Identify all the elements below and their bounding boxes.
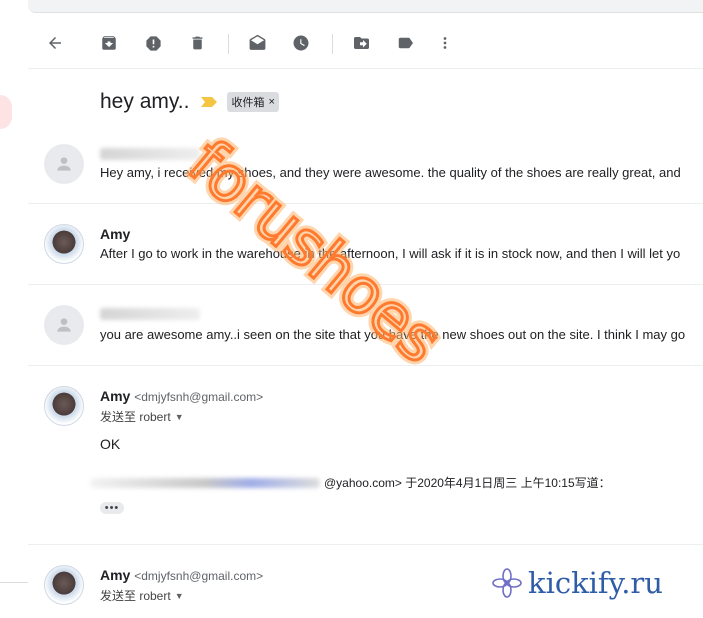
message-expanded: Amy <dmjyfsnh@gmail.com> 发送至 robert ▼ OK… xyxy=(28,366,703,545)
thread-subject: hey amy.. xyxy=(100,90,190,113)
sender-email: <dmjyfsnh@gmail.com> xyxy=(134,569,264,583)
sender-display-name: Amy xyxy=(100,388,131,404)
message-snippet: After I go to work in the warehouse in t… xyxy=(100,246,681,261)
sender-name xyxy=(100,145,200,161)
move-to-icon[interactable] xyxy=(350,32,372,54)
more-icon[interactable] xyxy=(434,32,456,54)
default-avatar-icon xyxy=(57,157,71,171)
back-icon[interactable] xyxy=(44,32,66,54)
report-spam-icon[interactable] xyxy=(142,32,164,54)
avatar xyxy=(44,565,84,605)
blurred-email xyxy=(90,477,320,488)
flower-logo-icon xyxy=(492,568,522,598)
remove-label-icon[interactable]: × xyxy=(268,96,274,108)
thread-toolbar xyxy=(28,18,703,69)
mark-unread-icon[interactable] xyxy=(246,32,268,54)
avatar xyxy=(44,386,84,426)
message-snippet: you are awesome amy..i seen on the site … xyxy=(100,327,686,342)
sender-name xyxy=(100,305,200,321)
message-snippet: Hey amy, i received my shoes, and they w… xyxy=(100,165,681,180)
message-body: OK xyxy=(100,436,121,452)
avatar xyxy=(44,224,84,264)
blurred-sender xyxy=(100,148,200,161)
sender-name: Amy xyxy=(100,226,131,242)
recipient-line[interactable]: 发送至 robert ▼ xyxy=(100,408,184,425)
recipient-text: 发送至 robert xyxy=(100,410,171,424)
search-bar-edge xyxy=(28,0,703,13)
sender-name: Amy <dmjyfsnh@gmail.com> xyxy=(100,567,263,583)
chevron-down-icon[interactable]: ▼ xyxy=(175,412,184,422)
sender-display-name: Amy xyxy=(100,567,131,583)
quote-header: @yahoo.com> 于2020年4月1日周三 上午10:15写道： xyxy=(90,474,611,491)
message-collapsed[interactable]: Hey amy, i received my shoes, and they w… xyxy=(28,130,703,204)
avatar xyxy=(44,144,84,184)
label-text: 收件箱 xyxy=(231,97,265,109)
sender-name: Amy <dmjyfsnh@gmail.com> xyxy=(100,388,263,404)
toolbar-divider xyxy=(228,34,229,54)
sender-email: <dmjyfsnh@gmail.com> xyxy=(134,390,264,404)
archive-icon[interactable] xyxy=(98,32,120,54)
compose-fab-edge[interactable] xyxy=(0,95,12,129)
chevron-down-icon[interactable]: ▼ xyxy=(175,591,184,601)
inbox-label-chip: 收件箱 × xyxy=(227,92,279,112)
avatar xyxy=(44,305,84,345)
importance-marker-icon[interactable] xyxy=(201,97,218,107)
subject-row: hey amy.. 收件箱 × xyxy=(100,88,279,116)
brand-text: kickify.ru xyxy=(528,566,663,600)
brand-watermark: kickify.ru xyxy=(492,563,663,603)
toolbar-divider xyxy=(332,34,333,54)
delete-icon[interactable] xyxy=(186,32,208,54)
show-trimmed-content-button[interactable]: ••• xyxy=(100,502,124,514)
message-collapsed[interactable]: you are awesome amy..i seen on the site … xyxy=(28,285,703,366)
quote-header-text: @yahoo.com> 于2020年4月1日周三 上午10:15写道： xyxy=(324,476,611,490)
divider xyxy=(0,582,28,583)
blurred-sender xyxy=(100,308,200,321)
recipient-text: 发送至 robert xyxy=(100,589,171,603)
recipient-line[interactable]: 发送至 robert ▼ xyxy=(100,587,184,604)
label-icon[interactable] xyxy=(394,32,416,54)
snooze-icon[interactable] xyxy=(290,32,312,54)
message-collapsed[interactable]: Amy After I go to work in the warehouse … xyxy=(28,204,703,285)
default-avatar-icon xyxy=(57,318,71,332)
